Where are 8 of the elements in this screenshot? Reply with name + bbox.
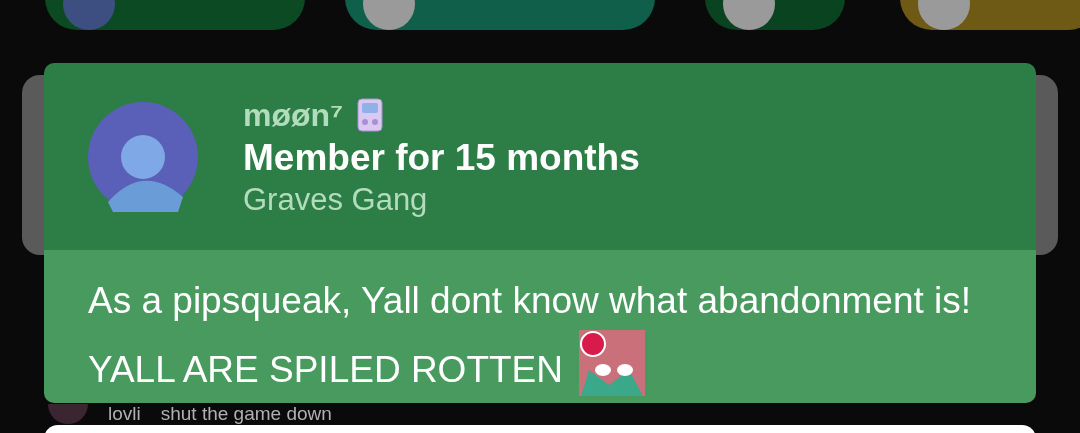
message-text: As a pipsqueak, Yall dont know what abandonment is! YALL ARE SPILED ROTTEN <box>88 272 988 399</box>
chat-author: lovli <box>108 404 141 424</box>
membership-duration: Member for 15 months <box>243 136 640 179</box>
game-console-icon <box>357 97 384 132</box>
avatar-photo <box>48 404 88 424</box>
username: møøn⁷ <box>243 96 344 133</box>
group-name: Graves Gang <box>243 182 429 217</box>
chat-message: shut the game down <box>160 404 332 424</box>
